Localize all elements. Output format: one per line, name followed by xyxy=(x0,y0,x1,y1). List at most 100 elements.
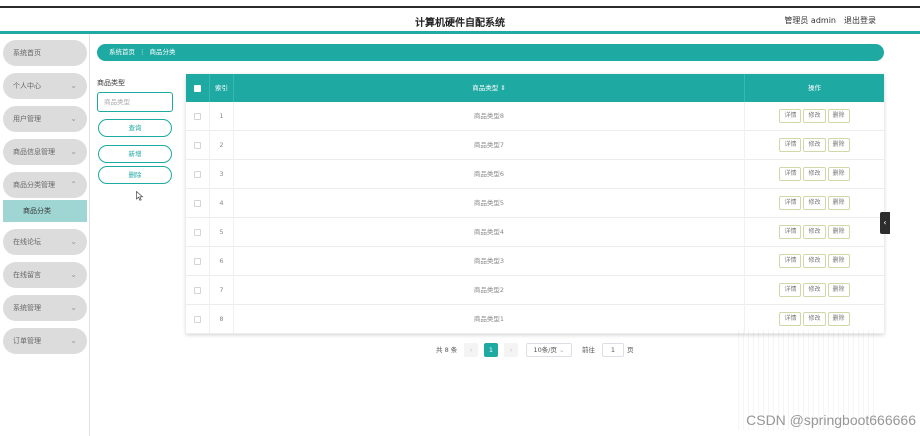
sidebar-item-users[interactable]: 用户管理 ⌄ xyxy=(3,106,87,132)
row-checkbox[interactable] xyxy=(186,247,210,276)
sidebar-item-label: 在线留言 xyxy=(13,271,41,279)
sidebar-item-product-category[interactable]: 商品分类管理 ⌃ xyxy=(3,172,87,198)
row-delete-button[interactable]: 删除 xyxy=(827,196,850,210)
table-row: 6 商品类型3 详情 修改 删除 xyxy=(186,247,884,276)
sidebar-item-personal-center[interactable]: 个人中心 ⌄ xyxy=(3,73,87,99)
edit-button[interactable]: 修改 xyxy=(803,312,826,326)
goto-page-input[interactable]: 1 xyxy=(602,343,624,357)
row-checkbox[interactable] xyxy=(186,305,210,334)
row-delete-button[interactable]: 删除 xyxy=(827,138,850,152)
row-product-type: 商品类型7 xyxy=(234,131,745,160)
row-checkbox[interactable] xyxy=(186,276,210,305)
page-1-button[interactable]: 1 xyxy=(484,343,498,357)
add-button[interactable]: 新增 xyxy=(98,145,172,163)
next-page-button[interactable]: › xyxy=(504,343,518,357)
search-input[interactable]: 商品类型 xyxy=(97,92,173,112)
breadcrumb-current: 商品分类 xyxy=(149,48,176,56)
row-checkbox[interactable] xyxy=(186,102,210,131)
header-product-type[interactable]: 商品类型 ⇕ xyxy=(234,74,745,102)
detail-button[interactable]: 详情 xyxy=(779,138,802,152)
prev-page-button[interactable]: ‹ xyxy=(464,343,478,357)
row-index: 5 xyxy=(210,218,234,247)
sidebar-item-label: 商品信息管理 xyxy=(13,148,55,156)
detail-button[interactable]: 详情 xyxy=(779,312,802,326)
breadcrumb-separator: ⋮ xyxy=(139,48,146,56)
delete-button[interactable]: 删除 xyxy=(98,166,172,184)
watermark: CSDN @springboot666666 xyxy=(746,412,916,428)
search-label: 商品类型 xyxy=(97,79,125,87)
edit-button[interactable]: 修改 xyxy=(803,283,826,297)
chevron-down-icon: ⌄ xyxy=(70,114,77,123)
edit-button[interactable]: 修改 xyxy=(803,196,826,210)
search-panel: 商品类型 商品类型 xyxy=(97,78,177,112)
row-product-type: 商品类型4 xyxy=(234,218,745,247)
table-row: 5 商品类型4 详情 修改 删除 xyxy=(186,218,884,247)
table-row: 2 商品类型7 详情 修改 删除 xyxy=(186,131,884,160)
detail-button[interactable]: 详情 xyxy=(779,225,802,239)
top-header: 计算机硬件自配系统 管理员 admin 退出登录 xyxy=(0,6,920,34)
row-delete-button[interactable]: 删除 xyxy=(827,283,850,297)
row-product-type: 商品类型8 xyxy=(234,102,745,131)
edit-button[interactable]: 修改 xyxy=(803,254,826,268)
table-row: 4 商品类型5 详情 修改 删除 xyxy=(186,189,884,218)
chevron-down-icon: ⌄ xyxy=(70,81,77,90)
app-title: 计算机硬件自配系统 xyxy=(415,18,505,29)
edit-button[interactable]: 修改 xyxy=(803,225,826,239)
query-button[interactable]: 查询 xyxy=(98,119,172,137)
row-product-type: 商品类型1 xyxy=(234,305,745,334)
row-product-type: 商品类型6 xyxy=(234,160,745,189)
row-index: 7 xyxy=(210,276,234,305)
sidebar-subitem-product-category[interactable]: 商品分类 xyxy=(3,200,87,222)
header-index: 索引 xyxy=(210,74,234,102)
row-operations: 详情 修改 删除 xyxy=(745,160,884,189)
sidebar-item-home[interactable]: 系统首页 xyxy=(3,40,87,66)
row-operations: 详情 修改 删除 xyxy=(745,247,884,276)
current-user: 管理员 admin xyxy=(784,16,836,25)
data-table: 索引 商品类型 ⇕ 操作 1 商品类型8 详情 修改 删除 2 商品类型7 详情 修改 删除 3 商品… xyxy=(186,74,884,334)
row-delete-button[interactable]: 删除 xyxy=(827,109,850,123)
page-suffix: 页 xyxy=(627,346,634,354)
row-index: 2 xyxy=(210,131,234,160)
select-all-checkbox[interactable] xyxy=(186,74,210,102)
total-count: 共 8 条 xyxy=(436,346,458,354)
row-delete-button[interactable]: 删除 xyxy=(827,225,850,239)
row-checkbox[interactable] xyxy=(186,189,210,218)
chevron-down-icon: ⌄ xyxy=(70,303,77,312)
detail-button[interactable]: 详情 xyxy=(779,109,802,123)
pagination: 共 8 条 ‹ 1 › 10条/页 ⌄ 前往 1 页 xyxy=(436,343,646,357)
row-index: 8 xyxy=(210,305,234,334)
chevron-up-icon: ⌃ xyxy=(70,180,77,189)
chevron-down-icon: ⌄ xyxy=(70,336,77,345)
edit-button[interactable]: 修改 xyxy=(803,109,826,123)
row-checkbox[interactable] xyxy=(186,160,210,189)
page-size-select[interactable]: 10条/页 ⌄ xyxy=(526,343,572,357)
sidebar-item-label: 系统管理 xyxy=(13,304,41,312)
detail-button[interactable]: 详情 xyxy=(779,254,802,268)
sidebar-item-orders[interactable]: 订单管理 ⌄ xyxy=(3,328,87,354)
page-size-value: 10条/页 xyxy=(533,346,557,354)
sidebar-item-forum[interactable]: 在线论坛 ⌄ xyxy=(3,229,87,255)
sidebar-item-label: 系统首页 xyxy=(13,49,41,57)
row-product-type: 商品类型5 xyxy=(234,189,745,218)
sidebar-item-messages[interactable]: 在线留言 ⌄ xyxy=(3,262,87,288)
sidebar-item-system[interactable]: 系统管理 ⌄ xyxy=(3,295,87,321)
detail-button[interactable]: 详情 xyxy=(779,196,802,210)
edit-button[interactable]: 修改 xyxy=(803,167,826,181)
breadcrumb-home[interactable]: 系统首页 xyxy=(109,48,135,56)
logout-link[interactable]: 退出登录 xyxy=(844,15,876,26)
row-delete-button[interactable]: 删除 xyxy=(827,167,850,181)
table-header: 索引 商品类型 ⇕ 操作 xyxy=(186,74,884,102)
chevron-down-icon: ⌄ xyxy=(70,237,77,246)
detail-button[interactable]: 详情 xyxy=(779,283,802,297)
collapse-panel-button[interactable]: ‹ xyxy=(880,212,890,234)
goto-label: 前往 xyxy=(582,346,595,354)
row-delete-button[interactable]: 删除 xyxy=(827,312,850,326)
row-checkbox[interactable] xyxy=(186,218,210,247)
edit-button[interactable]: 修改 xyxy=(803,138,826,152)
row-delete-button[interactable]: 删除 xyxy=(827,254,850,268)
row-checkbox[interactable] xyxy=(186,131,210,160)
detail-button[interactable]: 详情 xyxy=(779,167,802,181)
sidebar-item-product-info[interactable]: 商品信息管理 ⌄ xyxy=(3,139,87,165)
row-operations: 详情 修改 删除 xyxy=(745,102,884,131)
breadcrumb: 系统首页 ⋮ 商品分类 xyxy=(97,44,884,61)
